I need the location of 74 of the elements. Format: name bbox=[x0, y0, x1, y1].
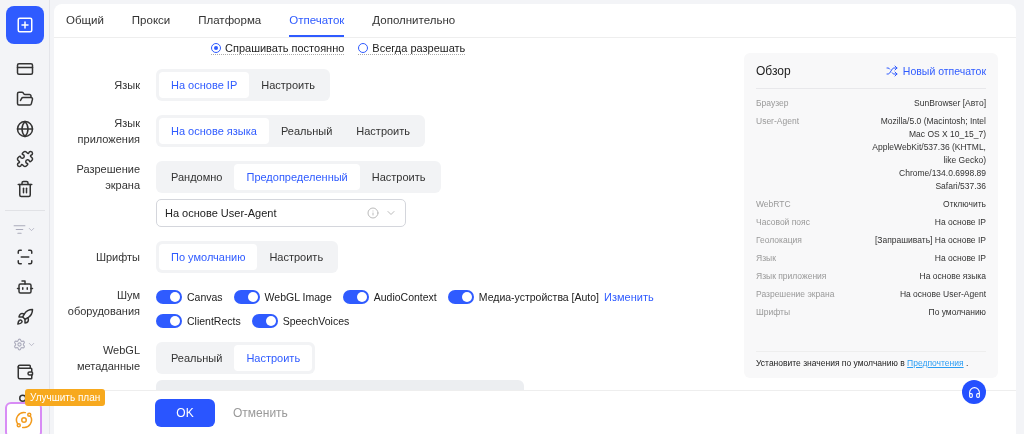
shuffle-icon bbox=[885, 64, 898, 77]
overview-value: Mozilla/5.0 (Macintosh; Intel Mac OS X 10_15_7) AppleWebKit/537.36 (KHTML, like Gecko) Chrome/134.0.6998.89 Safari/537.36 bbox=[871, 115, 986, 193]
field-label: Шум оборудования bbox=[66, 288, 140, 319]
toggle-label: SpeechVoices bbox=[282, 315, 350, 327]
segment-option[interactable]: Предопределенный bbox=[234, 164, 360, 190]
scan-icon[interactable] bbox=[15, 248, 34, 266]
overview-key: Часовой пояс bbox=[756, 216, 810, 229]
toggle-switch[interactable] bbox=[251, 314, 278, 328]
segment-option[interactable]: Настроить bbox=[249, 72, 327, 98]
info-icon bbox=[367, 207, 379, 219]
toggle-label: WebGL Image bbox=[264, 291, 332, 303]
overview-key: Геолокация bbox=[756, 234, 802, 247]
puzzle-icon[interactable] bbox=[15, 150, 34, 168]
segment-option[interactable]: По умолчанию bbox=[159, 244, 258, 270]
folder-icon[interactable] bbox=[15, 90, 34, 108]
segment-option[interactable]: На основе языка bbox=[159, 118, 269, 144]
overview-key: Шрифты bbox=[756, 306, 791, 319]
field-label: Язык bbox=[113, 78, 140, 93]
segment-option[interactable]: Реальный bbox=[159, 345, 235, 371]
segment-option[interactable]: Настроить bbox=[234, 345, 313, 371]
globe-icon[interactable] bbox=[15, 120, 34, 138]
overview-key: Язык приложения bbox=[756, 270, 827, 283]
tab[interactable]: Общий bbox=[66, 4, 104, 37]
tab[interactable]: Платформа bbox=[198, 4, 262, 37]
overview-key: WebRTC bbox=[756, 198, 791, 211]
toggle-switch[interactable] bbox=[342, 290, 369, 304]
toggle-switch[interactable] bbox=[447, 290, 474, 304]
wallet-icon[interactable] bbox=[15, 363, 34, 381]
toggle-label: Canvas bbox=[187, 291, 223, 303]
tab[interactable]: Дополнительно bbox=[372, 4, 456, 37]
toggle-label: Медиа-устройства [Auto] bbox=[478, 291, 600, 303]
segment-option[interactable]: Настроить bbox=[344, 118, 423, 144]
field-label: WebGL метаданные bbox=[75, 343, 140, 374]
field-label: Разрешение экрана bbox=[75, 162, 140, 193]
card-icon[interactable] bbox=[15, 60, 34, 78]
radio-option[interactable]: Спрашивать постоянно bbox=[211, 42, 345, 55]
toggle-label: AudioContext bbox=[373, 291, 437, 303]
headset-icon[interactable] bbox=[962, 380, 986, 404]
segment-option[interactable]: Настроить bbox=[359, 164, 438, 190]
robot-icon[interactable] bbox=[15, 278, 34, 296]
field-label: Шрифты bbox=[94, 250, 140, 265]
trash-icon[interactable] bbox=[15, 180, 34, 198]
segment-option[interactable]: Рандомно bbox=[159, 164, 235, 190]
overview-key: User-Agent bbox=[756, 115, 799, 193]
rocket-icon[interactable] bbox=[15, 308, 34, 326]
overview-key: Браузер bbox=[756, 97, 789, 110]
overview-value: По умолчанию bbox=[928, 306, 986, 319]
tab[interactable]: Отпечаток bbox=[289, 4, 345, 37]
toggle-switch[interactable] bbox=[233, 290, 260, 304]
segment-option[interactable]: Настроить bbox=[257, 244, 336, 270]
segment-option[interactable]: Реальный bbox=[268, 118, 345, 144]
radio-option[interactable]: Всегда разрешать bbox=[358, 42, 466, 55]
overview-value: Отключить bbox=[943, 198, 986, 211]
toggle-label: ClientRects bbox=[187, 315, 241, 327]
overview-value: SunBrowser [Авто] bbox=[914, 97, 986, 110]
segment-option[interactable]: На основе IP bbox=[159, 72, 250, 98]
new-fingerprint-link[interactable]: Новый отпечаток bbox=[885, 64, 986, 77]
overview-value: На основе User-Agent bbox=[899, 288, 986, 301]
select-field[interactable]: На основе User-Agent bbox=[156, 199, 406, 227]
toggle-switch[interactable] bbox=[156, 290, 182, 304]
panel-title: Обзор bbox=[756, 63, 791, 78]
field-label: Язык приложения bbox=[76, 116, 140, 147]
edit-link[interactable]: Изменить bbox=[604, 291, 654, 303]
overview-value: [Запрашивать] На основе IP bbox=[874, 234, 986, 247]
logo-icon[interactable] bbox=[5, 6, 44, 44]
overview-value: На основе языка bbox=[919, 270, 986, 283]
toggle-switch[interactable] bbox=[156, 314, 182, 328]
ok-button[interactable]: OK bbox=[155, 398, 215, 427]
overview-value: На основе IP bbox=[934, 216, 986, 229]
overview-value: На основе IP bbox=[934, 252, 986, 265]
overview-key: Разрешение экрана bbox=[756, 288, 835, 301]
overview-key: Язык bbox=[756, 252, 776, 265]
defaults-note: Установите значения по умолчанию в Предпочтения . bbox=[756, 351, 986, 378]
tab[interactable]: Прокси bbox=[131, 4, 171, 37]
